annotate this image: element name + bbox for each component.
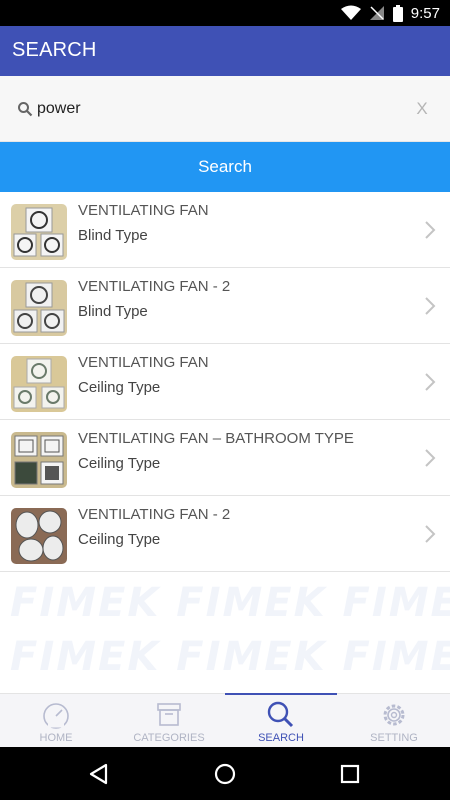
product-thumbnail [11, 280, 67, 336]
speedometer-icon [43, 703, 69, 729]
item-subtitle: Ceiling Type [78, 379, 161, 396]
back-icon[interactable] [86, 761, 112, 787]
search-input[interactable] [37, 96, 397, 122]
brand-watermark: FIMEK FIMEK FIMEK FIMEK FIMEK FIMEK FIME… [0, 576, 450, 693]
chevron-right-icon [425, 373, 436, 391]
chevron-right-icon [425, 525, 436, 543]
nav-label: HOME [39, 732, 73, 744]
list-item[interactable]: VENTILATING FAN - 2 Ceiling Type [0, 496, 450, 572]
product-thumbnail [11, 204, 67, 260]
nav-label: SETTING [370, 732, 418, 744]
product-thumbnail [11, 356, 67, 412]
item-title: VENTILATING FAN - 2 [78, 278, 231, 295]
app-bar: SEARCH [0, 26, 450, 76]
item-title: VENTILATING FAN [78, 202, 209, 219]
nav-categories[interactable]: CATEGORIES [113, 694, 225, 748]
recents-icon[interactable] [337, 761, 363, 787]
item-title: VENTILATING FAN - 2 [78, 506, 231, 523]
search-icon [18, 102, 33, 117]
list-item[interactable]: VENTILATING FAN – BATHROOM TYPE Ceiling … [0, 420, 450, 496]
status-time: 9:57 [410, 4, 440, 22]
clear-search-button[interactable]: X [412, 96, 432, 122]
item-title: VENTILATING FAN [78, 354, 209, 371]
item-title: VENTILATING FAN – BATHROOM TYPE [78, 430, 354, 447]
status-icons: 9:57 [340, 4, 440, 22]
search-button[interactable]: Search [0, 142, 450, 192]
results-list: VENTILATING FAN Blind Type VENTILATING F… [0, 192, 450, 572]
home-icon[interactable] [212, 761, 238, 787]
search-icon [267, 701, 294, 728]
nav-label: CATEGORIES [133, 732, 205, 744]
chevron-right-icon [425, 221, 436, 239]
item-subtitle: Blind Type [78, 303, 148, 320]
status-bar: 9:57 [0, 0, 450, 26]
nav-search[interactable]: SEARCH [225, 694, 337, 748]
item-subtitle: Ceiling Type [78, 455, 161, 472]
product-thumbnail [11, 508, 67, 564]
bottom-nav: HOME CATEGORIES SEARCH SETTING [0, 693, 450, 747]
active-tab-indicator [225, 693, 337, 695]
system-nav-bar [0, 747, 450, 800]
archive-box-icon [157, 703, 181, 726]
wifi-icon [340, 5, 361, 20]
battery-icon [392, 4, 403, 22]
list-item[interactable]: VENTILATING FAN - 2 Blind Type [0, 268, 450, 344]
item-subtitle: Ceiling Type [78, 531, 161, 548]
chevron-right-icon [425, 297, 436, 315]
nav-label: SEARCH [258, 732, 304, 744]
nav-setting[interactable]: SETTING [338, 694, 450, 748]
watermark-row: FIMEK FIMEK FIMEK FIMEK [10, 634, 450, 680]
no-signal-icon [369, 6, 384, 20]
list-item[interactable]: VENTILATING FAN Blind Type [0, 192, 450, 268]
chevron-right-icon [425, 449, 436, 467]
product-thumbnail [11, 432, 67, 488]
watermark-row: FIMEK FIMEK FIMEK FIMEK [10, 580, 450, 626]
page-title: SEARCH [12, 39, 97, 61]
search-bar: X [0, 76, 450, 142]
gear-icon [383, 704, 405, 726]
list-item[interactable]: VENTILATING FAN Ceiling Type [0, 344, 450, 420]
nav-home[interactable]: HOME [0, 694, 112, 748]
item-subtitle: Blind Type [78, 227, 148, 244]
